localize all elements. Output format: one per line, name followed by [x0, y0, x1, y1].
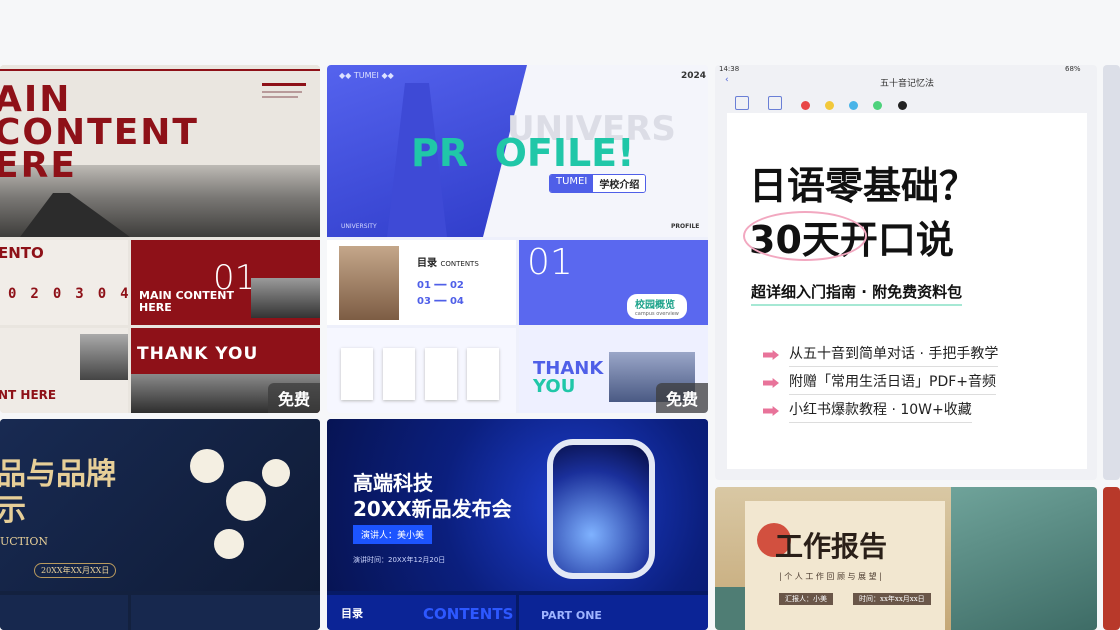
slide-thumb-toc: 目录 CONTENTS 01 ━━ 02 03 ━━ 04 [327, 240, 516, 325]
note-subtitle: 超详细入门指南 · 附免费资料包 [751, 281, 963, 306]
template-card-university-profile[interactable]: ◆◆ TUMEI ◆◆ 2024 UNIVERS PR OFILE! TUMEI… [327, 65, 708, 413]
floral-slide: 品与品牌 示 UCTION 20XX年XX月XX日 [0, 419, 320, 591]
template-card-work-report[interactable]: 工作报告 | 个 人 工 作 回 顾 与 展 望 | 汇报人：小美 时间：xx年… [715, 487, 1097, 630]
template-card-navy-floral[interactable]: 品与品牌 示 UCTION 20XX年XX月XX日 [0, 419, 320, 630]
note-page: 日语零基础？ 30天开口说 超详细入门指南 · 附免费资料包 从五十音到简单对话… [727, 113, 1087, 469]
slide-thumb-content-here: NT HERE [0, 328, 128, 413]
pen-icon[interactable] [735, 96, 749, 110]
tech-slide: 高端科技 20XX新品发布会 演讲人：美小美 演讲时间：20XX年12月20日 [327, 419, 708, 591]
free-badge: 免费 [267, 383, 320, 413]
template-card-japanese-guide[interactable]: 14:38 68% ‹ 五十音记忆法 日语零基础？ 30天开口说 超详细入门指南… [715, 65, 1097, 480]
template-card-partial-right[interactable] [1103, 65, 1120, 480]
template-card-red-main-content[interactable]: AIN CONTENT ERE ENTO 020304 01 MAIN CONT… [0, 65, 320, 413]
eraser-icon[interactable] [768, 96, 783, 110]
slide-thumb-campus: 01 校园概览 campus overview [519, 240, 708, 325]
note-toolbar: ‹ 五十音记忆法 [725, 75, 935, 89]
top-bar [0, 0, 1120, 62]
slide-thumb-section-01: 01 MAIN CONTENT HERE [131, 240, 320, 325]
drawing-toolbar [735, 95, 1085, 110]
launch-title-2: 20XX新品发布会 [353, 497, 512, 521]
note-title-1: 日语零基础？ [749, 164, 978, 208]
launch-title-1: 高端科技 [353, 471, 433, 495]
back-icon[interactable]: ‹ [725, 75, 729, 85]
slide-thumb-contents: ENTO 020304 [0, 240, 129, 325]
free-badge: 免费 [655, 383, 708, 413]
template-card-partial-right-2[interactable] [1103, 487, 1120, 630]
profile-title: PR OFILE! [411, 131, 635, 175]
speaker-pill: 演讲人：美小美 [353, 525, 433, 544]
hero-slide: ◆◆ TUMEI ◆◆ 2024 UNIVERS PR OFILE! TUMEI… [327, 65, 708, 237]
template-card-tech-launch[interactable]: 高端科技 20XX新品发布会 演讲人：美小美 演讲时间：20XX年12月20日 … [327, 419, 708, 630]
status-bar: 14:38 68% [719, 65, 1081, 73]
report-title: 工作报告 [775, 530, 888, 563]
hero-slide: AIN CONTENT ERE [0, 65, 320, 237]
slide-thumb-cards [327, 328, 516, 413]
hero-title: AIN CONTENT ERE [0, 79, 199, 186]
paper-panel: 工作报告 | 个 人 工 作 回 顾 与 展 望 | 汇报人：小美 时间：xx年… [745, 501, 945, 630]
brand-pill: TUMEI 学校介绍 [549, 174, 647, 193]
